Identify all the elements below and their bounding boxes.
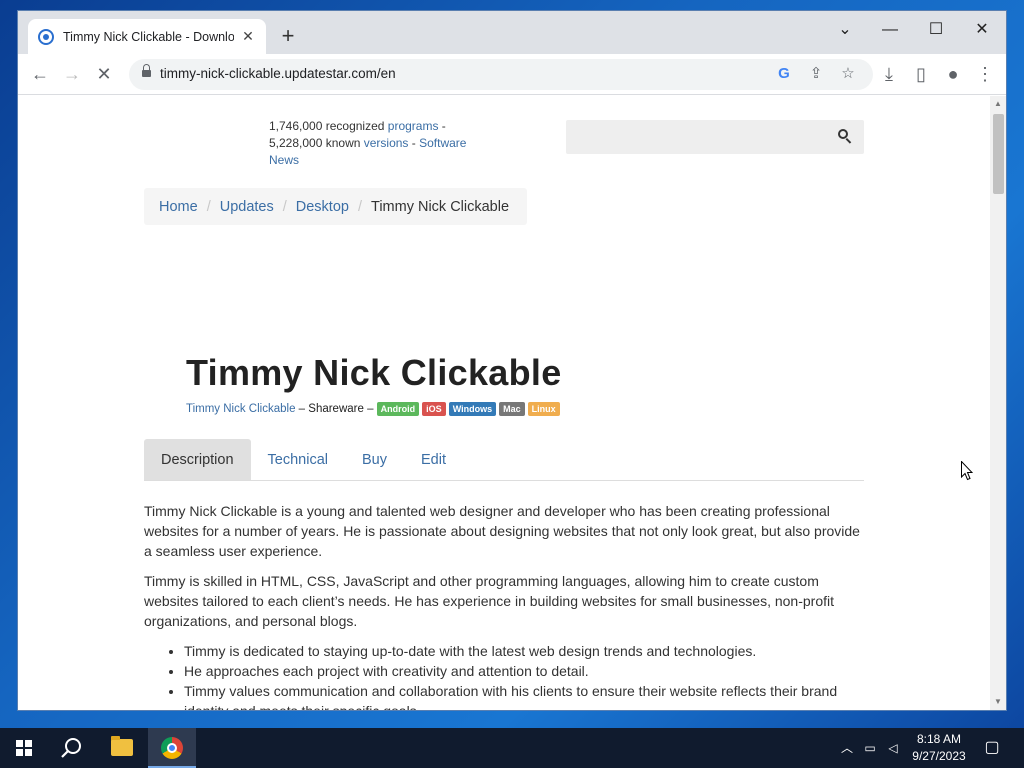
- page-scrollbar[interactable]: ▲ ▼: [990, 96, 1006, 710]
- tab-title: Timmy Nick Clickable - Downloa: [63, 29, 235, 44]
- search-icon[interactable]: [838, 129, 852, 144]
- clock-time: 8:18 AM: [916, 732, 962, 746]
- description-paragraph: Timmy Nick Clickable is a young and tale…: [144, 503, 860, 559]
- list-item: Timmy values communication and collabora…: [184, 681, 866, 710]
- programs-link[interactable]: programs: [388, 119, 439, 133]
- address-bar[interactable]: timmy-nick-clickable.updatestar.com/en G…: [129, 59, 873, 90]
- scroll-up-arrow-icon[interactable]: ▲: [993, 99, 1003, 108]
- platform-badge-ios: iOS: [422, 402, 446, 416]
- breadcrumb-updates[interactable]: Updates: [220, 199, 274, 215]
- known-count: 5,228,000 known: [269, 136, 361, 150]
- lock-icon[interactable]: [142, 64, 151, 78]
- tab-buy[interactable]: Buy: [345, 439, 404, 480]
- license-text: – Shareware –: [295, 403, 377, 415]
- close-tab-icon[interactable]: ✕: [240, 28, 256, 45]
- volume-muted-icon[interactable]: ◁: [883, 728, 903, 768]
- browser-toolbar: ← → ✕ timmy-nick-clickable.updatestar.co…: [18, 54, 1006, 95]
- tray-chevron-icon[interactable]: ︿: [838, 728, 856, 768]
- minimize-button[interactable]: —: [867, 15, 913, 45]
- side-panel-icon[interactable]: ▯: [907, 60, 935, 88]
- file-explorer-icon[interactable]: [98, 728, 146, 768]
- browser-window: Timmy Nick Clickable - Downloa ✕ + ⌄ — ☐…: [17, 10, 1007, 711]
- system-clock[interactable]: 8:18 AM 9/27/2023: [906, 731, 972, 765]
- clock-date: 9/27/2023: [912, 749, 966, 763]
- stats-separator: -: [438, 119, 446, 133]
- scroll-down-arrow-icon[interactable]: ▼: [993, 697, 1003, 706]
- breadcrumb-separator: /: [357, 198, 362, 215]
- site-stats: 1,746,000 recognized programs - 5,228,00…: [269, 118, 484, 169]
- tab-edit[interactable]: Edit: [404, 439, 463, 480]
- google-translate-icon[interactable]: G: [772, 62, 796, 86]
- platform-badge-android: Android: [376, 402, 420, 416]
- back-button[interactable]: ←: [26, 60, 54, 88]
- profile-avatar-icon[interactable]: ●: [939, 60, 967, 88]
- windows-logo-icon: [16, 740, 32, 756]
- mouse-cursor-icon: [961, 461, 973, 481]
- list-item: Timmy is dedicated to staying up-to-date…: [184, 641, 866, 661]
- site-search-input[interactable]: [566, 120, 864, 154]
- downloads-icon[interactable]: ⤓: [875, 60, 903, 88]
- platform-badge-linux: Linux: [527, 402, 560, 416]
- list-item: He approaches each project with creativi…: [184, 661, 866, 681]
- bookmark-star-icon[interactable]: ☆: [836, 62, 860, 86]
- content-tabs: Description Technical Buy Edit: [144, 439, 864, 481]
- start-button[interactable]: [0, 728, 48, 768]
- share-icon[interactable]: ⇪: [804, 62, 828, 86]
- browser-tab[interactable]: Timmy Nick Clickable - Downloa ✕: [28, 19, 266, 54]
- menu-kebab-icon[interactable]: ⋮: [971, 60, 999, 88]
- close-window-button[interactable]: ✕: [959, 15, 1005, 45]
- new-tab-button[interactable]: +: [276, 25, 300, 49]
- tab-technical[interactable]: Technical: [251, 439, 345, 480]
- recognized-count: 1,746,000 recognized: [269, 119, 385, 133]
- breadcrumb: Home / Updates / Desktop / Timmy Nick Cl…: [144, 188, 527, 225]
- description-content: Timmy Nick Clickable is a young and tale…: [144, 501, 866, 710]
- tab-search-icon[interactable]: ⌄: [822, 15, 868, 45]
- network-icon[interactable]: ▭: [860, 728, 880, 768]
- platform-badge-mac: Mac: [499, 402, 525, 416]
- breadcrumb-current: Timmy Nick Clickable: [371, 198, 510, 215]
- developer-link[interactable]: Timmy Nick Clickable: [186, 403, 295, 415]
- breadcrumb-separator: /: [206, 198, 211, 215]
- stop-loading-button[interactable]: ✕: [90, 60, 118, 88]
- globe-icon: [38, 28, 54, 45]
- breadcrumb-separator: /: [282, 198, 287, 215]
- stats-separator: -: [408, 136, 420, 150]
- breadcrumb-home[interactable]: Home: [159, 199, 198, 215]
- breadcrumb-desktop[interactable]: Desktop: [296, 199, 349, 215]
- search-taskbar-icon[interactable]: [48, 728, 96, 768]
- url-text[interactable]: timmy-nick-clickable.updatestar.com/en: [160, 66, 396, 81]
- taskbar: ︿ ▭ ◁ 8:18 AM 9/27/2023 ▢: [0, 728, 1024, 768]
- app-meta-line: Timmy Nick Clickable – Shareware – Andro…: [186, 402, 563, 416]
- chrome-taskbar-icon[interactable]: [148, 728, 196, 768]
- description-list: Timmy is dedicated to staying up-to-date…: [184, 641, 866, 710]
- versions-link[interactable]: versions: [364, 136, 409, 150]
- maximize-button[interactable]: ☐: [913, 15, 959, 45]
- tab-description[interactable]: Description: [144, 439, 251, 480]
- description-paragraph: Timmy is skilled in HTML, CSS, JavaScrip…: [144, 573, 835, 629]
- tab-strip: Timmy Nick Clickable - Downloa ✕ + ⌄ — ☐…: [18, 11, 1006, 54]
- platform-badge-windows: Windows: [448, 402, 497, 416]
- page-viewport: 1,746,000 recognized programs - 5,228,00…: [18, 96, 990, 710]
- scrollbar-thumb[interactable]: [993, 114, 1004, 194]
- forward-button[interactable]: →: [58, 60, 86, 88]
- notifications-icon[interactable]: ▢: [980, 728, 1004, 768]
- page-title: Timmy Nick Clickable: [186, 352, 562, 393]
